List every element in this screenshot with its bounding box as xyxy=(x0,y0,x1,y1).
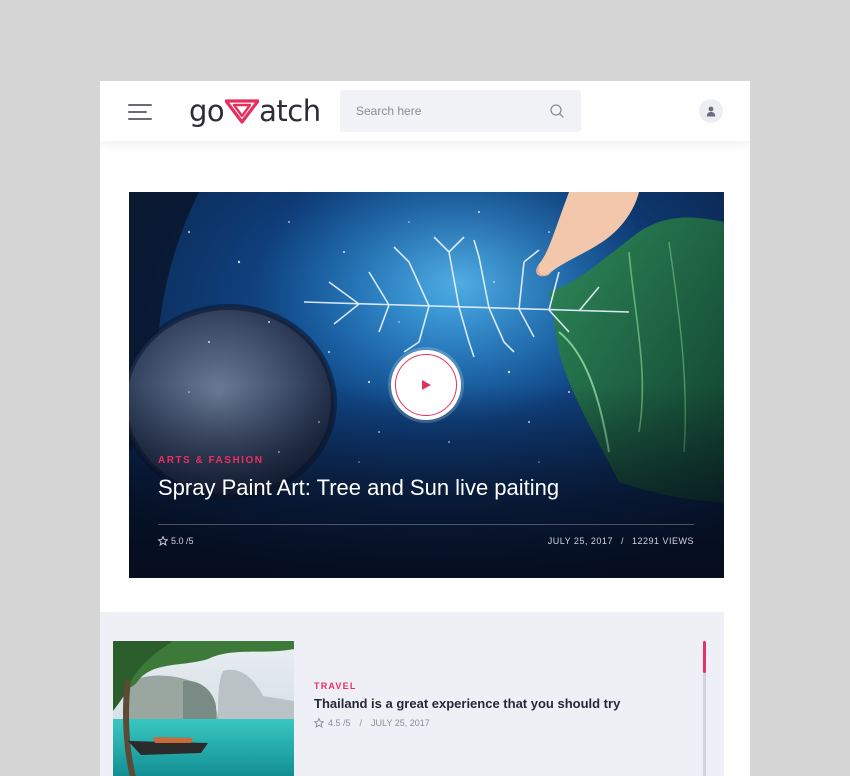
list-item-title[interactable]: Thailand is a great experience that you … xyxy=(314,696,620,711)
logo-text-left: go xyxy=(189,94,225,128)
search-input[interactable] xyxy=(340,90,549,132)
brand-logo[interactable]: go atch xyxy=(189,93,321,129)
app-window: go atch Search here ARTS & FASHION Spray… xyxy=(100,81,750,776)
list-item-category[interactable]: TRAVEL xyxy=(314,681,357,691)
hero-date: JULY 25, 2017 xyxy=(547,536,613,546)
hero-rating: 5.0 /5 xyxy=(158,536,194,546)
play-button[interactable] xyxy=(391,350,461,420)
hero-views: 12291 VIEWS xyxy=(631,536,694,546)
search-icon[interactable] xyxy=(549,103,565,119)
hamburger-menu-icon[interactable] xyxy=(128,103,152,121)
list-item-date: JULY 25, 2017 xyxy=(371,718,430,728)
video-list: TRAVEL Thailand is a great experience th… xyxy=(100,612,724,776)
star-icon xyxy=(314,718,324,728)
hero-divider xyxy=(158,524,694,525)
hero-category-label[interactable]: ARTS & FASHION xyxy=(158,455,263,466)
hero-title[interactable]: Spray Paint Art: Tree and Sun live paiti… xyxy=(158,475,559,501)
list-item-meta-separator: / xyxy=(359,718,363,728)
user-account-button[interactable] xyxy=(699,99,723,123)
travel-thumbnail-image xyxy=(113,641,294,776)
list-scrollbar-thumb[interactable] xyxy=(703,641,706,673)
logo-w-mark-icon xyxy=(225,99,260,124)
top-header: go atch xyxy=(100,81,750,141)
featured-video-card[interactable]: ARTS & FASHION Spray Paint Art: Tree and… xyxy=(129,192,724,578)
star-icon xyxy=(158,536,168,546)
list-item-meta: 4.5 /5 / JULY 25, 2017 xyxy=(314,718,430,728)
list-scrollbar[interactable] xyxy=(703,641,706,776)
hero-meta: JULY 25, 2017 / 12291 VIEWS xyxy=(548,536,694,546)
search-box xyxy=(340,90,581,132)
list-item-thumbnail[interactable] xyxy=(113,641,294,776)
hero-meta-separator: / xyxy=(620,536,624,546)
user-icon xyxy=(706,106,716,116)
logo-text-right: atch xyxy=(259,94,321,128)
hero-rating-value: 5.0 /5 xyxy=(171,536,194,546)
list-item-rating: 4.5 /5 xyxy=(328,718,351,728)
